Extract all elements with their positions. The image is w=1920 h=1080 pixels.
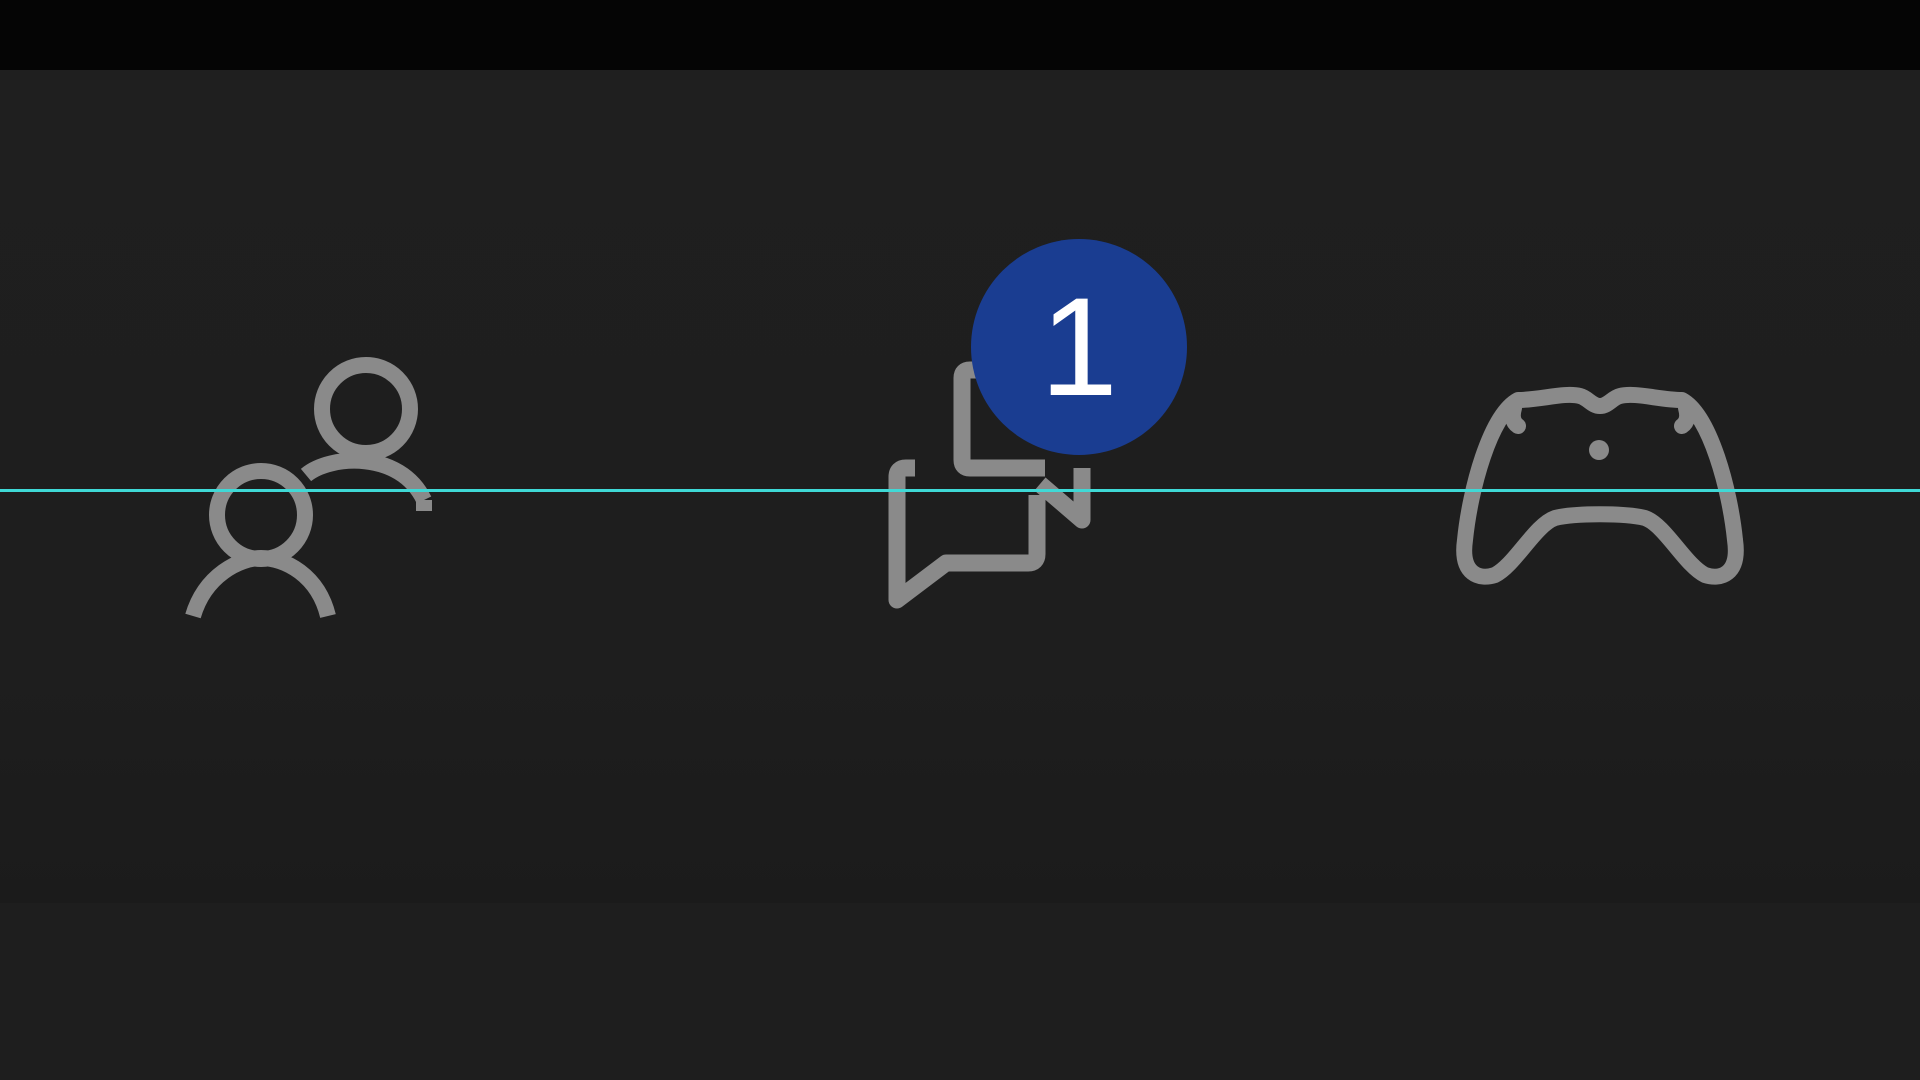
- nav-item-games[interactable]: [1280, 70, 1920, 903]
- people-icon: [185, 357, 432, 619]
- guide-line: [0, 489, 1920, 492]
- nav-item-friends[interactable]: [0, 70, 640, 903]
- top-bar: [0, 0, 1920, 70]
- bottom-navigation-bar: 1: [0, 70, 1920, 903]
- unread-count-badge: 1: [971, 239, 1187, 455]
- bottom-area: [0, 903, 1920, 1080]
- game-controller-icon: [1456, 386, 1744, 585]
- nav-item-chat[interactable]: 1: [640, 70, 1280, 903]
- chat-bubbles-icon: [888, 361, 1091, 609]
